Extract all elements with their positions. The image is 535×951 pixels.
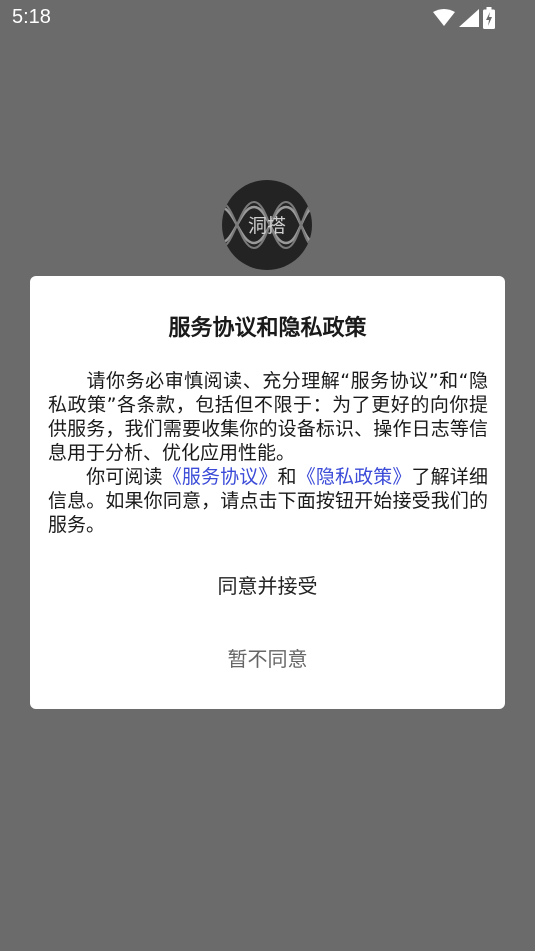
- dialog-body: 请你务必审慎阅读、充分理解“服务协议”和“隐私政策”各条款，包括但不限于：为了更…: [48, 369, 488, 537]
- battery-charging-icon: [483, 7, 495, 29]
- paragraph-2: 你可阅读《服务协议》和《隐私政策》了解详细信息。如果你同意，请点击下面按钮开始接…: [48, 465, 488, 537]
- decline-button[interactable]: 暂不同意: [30, 639, 505, 679]
- paragraph-2-prefix: 你可阅读: [86, 466, 163, 488]
- status-bar: 5:18: [0, 0, 535, 36]
- and-text: 和: [277, 466, 297, 488]
- wifi-icon: [433, 9, 455, 26]
- signal-icon: [459, 9, 479, 27]
- dialog-title: 服务协议和隐私政策: [168, 316, 367, 341]
- service-agreement-link[interactable]: 《服务协议》: [163, 466, 278, 488]
- status-time: 5:18: [12, 6, 51, 28]
- logo-text: 洞搭: [248, 215, 286, 237]
- status-icons: [433, 6, 495, 30]
- paragraph-1: 请你务必审慎阅读、充分理解“服务协议”和“隐私政策”各条款，包括但不限于：为了更…: [48, 369, 488, 465]
- privacy-dialog: 服务协议和隐私政策 请你务必审慎阅读、充分理解“服务协议”和“隐私政策”各条款，…: [30, 276, 505, 709]
- privacy-policy-link[interactable]: 《隐私政策》: [297, 466, 412, 488]
- dna-helix-icon: 洞搭: [222, 200, 312, 250]
- agree-button[interactable]: 同意并接受: [30, 566, 505, 606]
- paragraph-1-text: 请你务必审慎阅读、充分理解“服务协议”和“隐私政策”各条款，包括但不限于：为了更…: [48, 370, 488, 464]
- app-logo: 洞搭: [222, 180, 312, 270]
